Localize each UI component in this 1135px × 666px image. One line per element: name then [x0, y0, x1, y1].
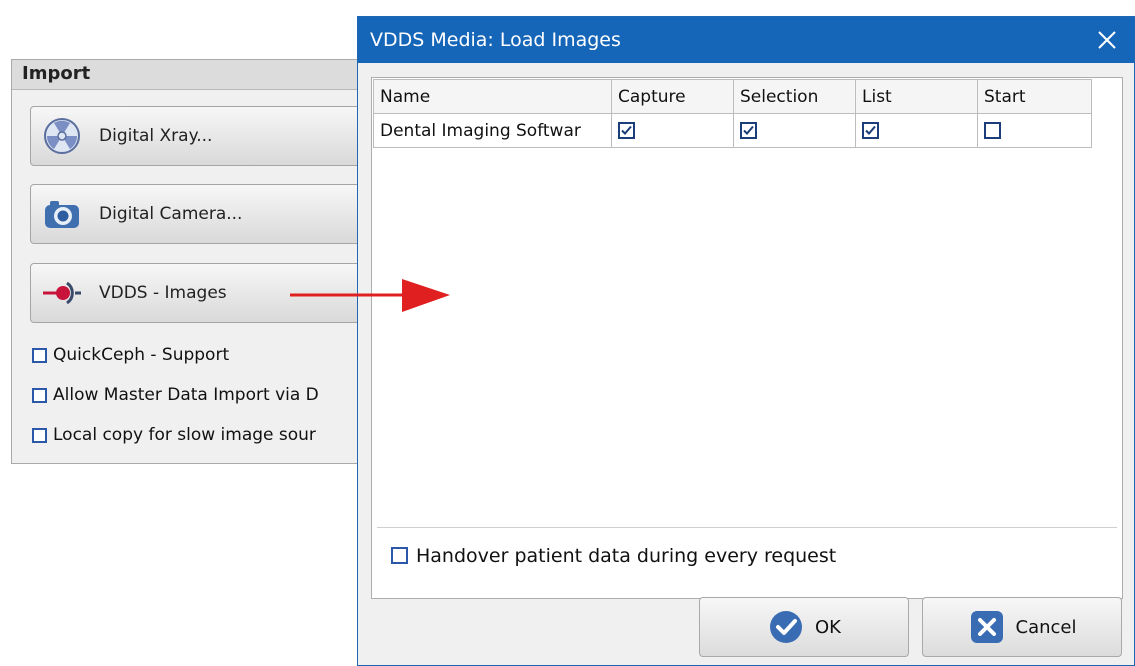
vdds-plug-icon — [43, 274, 81, 312]
local-copy-label: Local copy for slow image sour — [53, 425, 316, 445]
digital-xray-label: Digital Xray... — [99, 126, 213, 146]
dialog-title: VDDS Media: Load Images — [370, 29, 621, 51]
ok-label: OK — [815, 616, 841, 638]
cell-capture[interactable] — [611, 113, 734, 148]
cancel-button[interactable]: Cancel — [922, 597, 1122, 657]
dialog-titlebar: VDDS Media: Load Images — [358, 17, 1134, 63]
close-icon[interactable] — [1092, 17, 1122, 63]
applications-table: Name Capture Selection List Start Dental… — [373, 79, 1092, 148]
red-arrow-icon — [290, 279, 450, 319]
list-checkbox-checked[interactable] — [862, 122, 879, 139]
selection-checkbox-checked[interactable] — [740, 122, 757, 139]
cell-name[interactable]: Dental Imaging Softwar — [373, 113, 612, 148]
ok-button[interactable]: OK — [699, 597, 909, 657]
cell-selection[interactable] — [733, 113, 856, 148]
local-copy-checkbox[interactable]: Local copy for slow image sour — [32, 425, 316, 445]
radiation-icon — [43, 117, 81, 155]
column-header-start[interactable]: Start — [977, 79, 1092, 114]
quickceph-support-label: QuickCeph - Support — [53, 345, 230, 365]
table-header-row: Name Capture Selection List Start — [373, 79, 1092, 114]
start-checkbox-unchecked[interactable] — [984, 122, 1001, 139]
cell-start[interactable] — [977, 113, 1092, 148]
column-header-selection[interactable]: Selection — [733, 79, 856, 114]
digital-camera-button[interactable]: Digital Camera... — [30, 184, 370, 244]
checkbox-box[interactable] — [32, 427, 47, 443]
cell-list[interactable] — [855, 113, 978, 148]
vdds-images-label: VDDS - Images — [99, 283, 227, 303]
close-square-icon — [968, 608, 1006, 646]
camera-icon — [43, 195, 81, 233]
column-header-list[interactable]: List — [855, 79, 978, 114]
applications-grid-area: Name Capture Selection List Start Dental… — [371, 77, 1123, 599]
import-panel: Import Digital Xray... Digital Camera... — [11, 59, 371, 464]
handover-patient-data-checkbox[interactable]: Handover patient data during every reque… — [377, 527, 1117, 583]
master-data-import-checkbox[interactable]: Allow Master Data Import via D — [32, 385, 319, 405]
table-row[interactable]: Dental Imaging Softwar — [373, 113, 1092, 148]
column-header-capture[interactable]: Capture — [611, 79, 734, 114]
master-data-import-label: Allow Master Data Import via D — [53, 385, 319, 405]
column-header-name[interactable]: Name — [373, 79, 612, 114]
capture-checkbox-checked[interactable] — [618, 122, 635, 139]
vdds-media-dialog: VDDS Media: Load Images Name Capture Sel… — [357, 16, 1135, 666]
checkbox-box[interactable] — [32, 387, 47, 403]
quickceph-support-checkbox[interactable]: QuickCeph - Support — [32, 345, 229, 365]
checkmark-circle-icon — [767, 608, 805, 646]
digital-camera-label: Digital Camera... — [99, 204, 243, 224]
checkbox-box[interactable] — [32, 347, 47, 363]
import-panel-header: Import — [12, 60, 370, 90]
checkbox-box[interactable] — [391, 547, 408, 564]
handover-patient-data-label: Handover patient data during every reque… — [416, 544, 837, 567]
cancel-label: Cancel — [1015, 616, 1077, 638]
digital-xray-button[interactable]: Digital Xray... — [30, 106, 370, 166]
